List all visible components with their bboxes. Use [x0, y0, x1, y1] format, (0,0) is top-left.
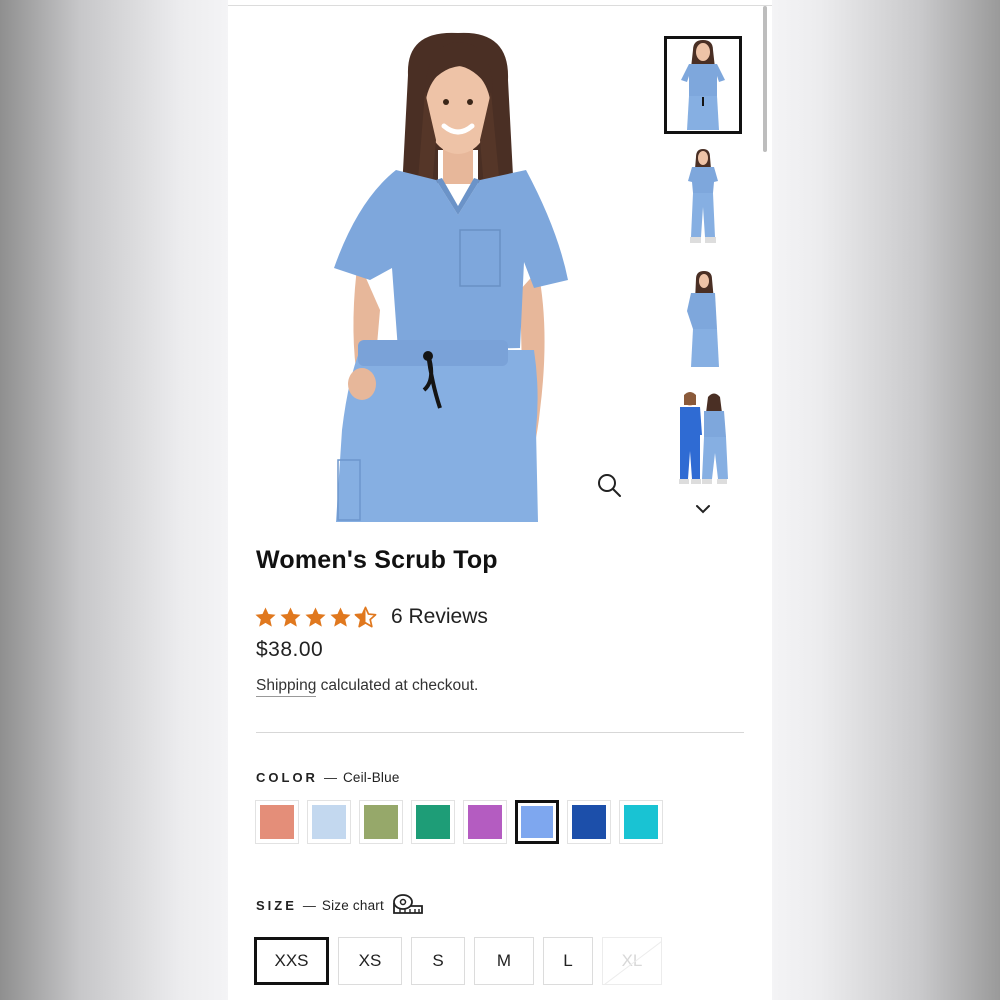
chevron-down-icon[interactable] — [694, 502, 712, 516]
reviews-link[interactable]: 6 Reviews — [391, 605, 488, 629]
thumbnail-photo — [681, 40, 725, 130]
color-swatch[interactable] — [255, 800, 299, 844]
color-dash: — — [323, 770, 337, 785]
color-chip — [416, 805, 450, 839]
size-buttons: XXS XS S M L XL — [254, 937, 662, 985]
color-chip — [624, 805, 658, 839]
size-chart-link[interactable]: Size chart — [322, 898, 384, 913]
scrollbar[interactable] — [763, 6, 767, 152]
size-button-l[interactable]: L — [543, 937, 593, 985]
thumbnail-photo — [687, 271, 719, 367]
thumbnail-2[interactable] — [664, 148, 742, 246]
color-chip — [260, 805, 294, 839]
color-swatch[interactable] — [515, 800, 559, 844]
star-icon — [255, 606, 276, 627]
divider — [256, 732, 744, 733]
color-chip — [521, 806, 553, 838]
rating-row[interactable]: 6 Reviews — [254, 603, 488, 631]
thumbnail-photo — [688, 149, 718, 243]
price: $38.00 — [256, 638, 324, 661]
color-label: COLOR — [256, 770, 318, 785]
size-button-xl: XL — [602, 937, 662, 985]
size-button-m[interactable]: M — [474, 937, 534, 985]
size-option-label: SIZE — Size chart — [256, 893, 424, 917]
star-icon — [305, 606, 326, 627]
color-swatches — [255, 800, 663, 844]
thumbnail-4[interactable] — [664, 390, 742, 488]
zoom-icon[interactable] — [596, 472, 622, 498]
color-swatch[interactable] — [463, 800, 507, 844]
tape-measure-icon[interactable] — [392, 893, 424, 917]
star-half-icon — [354, 606, 377, 627]
shipping-link[interactable]: Shipping — [256, 677, 317, 697]
thumbnail-1[interactable] — [664, 36, 742, 134]
color-swatch[interactable] — [307, 800, 351, 844]
size-label: SIZE — [256, 897, 297, 913]
size-button-s[interactable]: S — [411, 937, 465, 985]
main-product-photo[interactable] — [328, 30, 588, 522]
size-button-xxs[interactable]: XXS — [254, 937, 329, 985]
thumbnail-3[interactable] — [664, 270, 742, 368]
color-chip — [468, 805, 502, 839]
star-icon — [280, 606, 301, 627]
star-rating — [254, 606, 377, 629]
color-swatch[interactable] — [411, 800, 455, 844]
color-swatch[interactable] — [567, 800, 611, 844]
top-divider — [228, 5, 772, 6]
thumbnail-photo — [679, 392, 728, 484]
shipping-text: calculated at checkout. — [320, 677, 479, 694]
shipping-note: Shipping calculated at checkout. — [256, 677, 479, 697]
size-button-xs[interactable]: XS — [338, 937, 402, 985]
color-option-label: COLOR — Ceil-Blue — [256, 770, 400, 785]
size-dash: — — [302, 897, 316, 913]
color-chip — [572, 805, 606, 839]
color-chip — [364, 805, 398, 839]
color-chip — [312, 805, 346, 839]
selected-color-name: Ceil-Blue — [342, 770, 400, 785]
product-page: Women's Scrub Top 6 Reviews $38.00 Shipp… — [228, 0, 772, 1000]
product-title: Women's Scrub Top — [256, 546, 498, 574]
star-icon — [330, 606, 351, 627]
color-swatch[interactable] — [359, 800, 403, 844]
color-swatch[interactable] — [619, 800, 663, 844]
